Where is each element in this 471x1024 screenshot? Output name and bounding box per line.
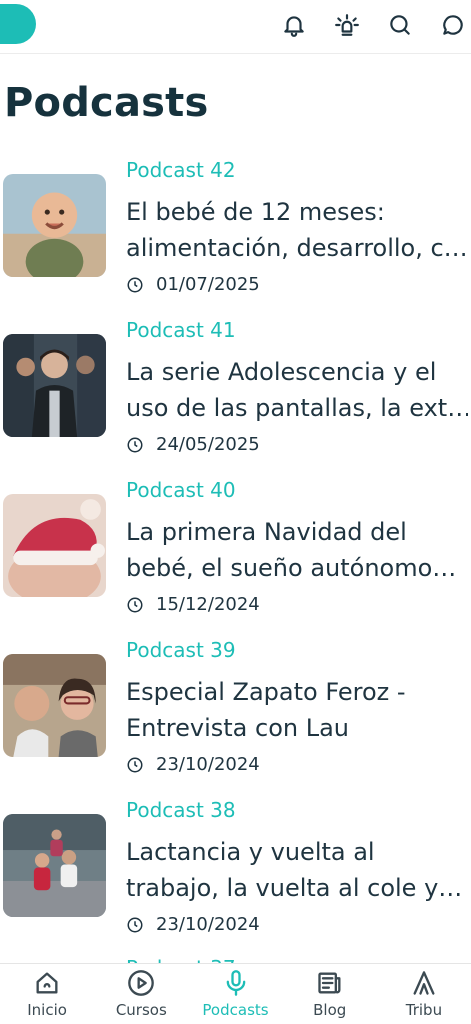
episode-date: 23/10/2024 [156, 754, 260, 775]
episode-date-row: 24/05/2025 [126, 434, 260, 455]
podcast-item[interactable]: Podcast 39 Especial Zapato Feroz - Entre… [0, 630, 471, 790]
tab-tribu[interactable]: Tribu [377, 964, 471, 1024]
page-title: Podcasts [4, 80, 209, 126]
search-icon[interactable] [385, 10, 415, 40]
clock-icon [126, 596, 144, 614]
avatar[interactable] [0, 4, 36, 44]
microphone-icon [226, 970, 245, 996]
bell-icon[interactable] [279, 10, 309, 40]
podcast-thumbnail [3, 174, 106, 277]
play-icon [128, 970, 155, 996]
tab-label: Podcasts [202, 1001, 269, 1019]
episode-number: Podcast 39 [126, 638, 236, 662]
episode-title: El bebé de 12 meses: alimentación, desar… [126, 198, 468, 262]
podcast-item[interactable]: Podcast 41 La serie Adolescencia y el us… [0, 310, 471, 470]
episode-number: Podcast 41 [126, 318, 236, 342]
chat-icon[interactable] [438, 10, 468, 40]
bottom-tab-bar: Inicio Cursos Podcasts Blog Tribu [0, 963, 471, 1024]
podcast-list: Podcast 42 El bebé de 12 meses: alimenta… [0, 150, 471, 950]
clock-icon [126, 276, 144, 294]
clock-icon [126, 756, 144, 774]
tab-label: Inicio [27, 1001, 67, 1019]
episode-date-row: 23/10/2024 [126, 754, 260, 775]
podcast-thumbnail [3, 814, 106, 917]
tab-label: Tribu [405, 1001, 443, 1019]
tab-cursos[interactable]: Cursos [94, 964, 188, 1024]
lightbulb-icon[interactable] [332, 10, 362, 40]
episode-title: La primera Navidad del bebé, el sueño au… [126, 518, 457, 582]
podcast-thumbnail [3, 334, 106, 437]
episode-date-row: 15/12/2024 [126, 594, 260, 615]
podcast-item[interactable]: Podcast 40 La primera Navidad del bebé, … [0, 470, 471, 630]
episode-title: Especial Zapato Feroz - Entrevista con L… [126, 678, 406, 742]
episode-date-row: 23/10/2024 [126, 914, 260, 935]
podcast-thumbnail [3, 654, 106, 757]
clock-icon [126, 436, 144, 454]
episode-number: Podcast 38 [126, 798, 236, 822]
episode-date: 01/07/2025 [156, 274, 260, 295]
podcast-item[interactable]: Podcast 42 El bebé de 12 meses: alimenta… [0, 150, 471, 310]
tab-inicio[interactable]: Inicio [0, 964, 94, 1024]
tab-blog[interactable]: Blog [283, 964, 377, 1024]
episode-number: Podcast 40 [126, 478, 236, 502]
clock-icon [126, 916, 144, 934]
episode-title: La serie Adolescencia y el uso de las pa… [126, 358, 468, 422]
home-icon [36, 972, 58, 994]
episode-date-row: 01/07/2025 [126, 274, 260, 295]
tribe-icon [413, 971, 435, 995]
podcast-item[interactable]: Podcast 38 Lactancia y vuelta al trabajo… [0, 790, 471, 950]
episode-date: 24/05/2025 [156, 434, 260, 455]
episode-date: 15/12/2024 [156, 594, 260, 615]
top-bar [0, 0, 471, 54]
episode-number: Podcast 42 [126, 158, 236, 182]
newspaper-icon [318, 972, 341, 994]
tab-label: Cursos [115, 1001, 167, 1019]
tab-podcasts[interactable]: Podcasts [188, 964, 282, 1024]
podcast-thumbnail [3, 494, 106, 597]
episode-title: Lactancia y vuelta al trabajo, la vuelta… [126, 838, 463, 902]
episode-date: 23/10/2024 [156, 914, 260, 935]
tab-label: Blog [313, 1001, 347, 1019]
